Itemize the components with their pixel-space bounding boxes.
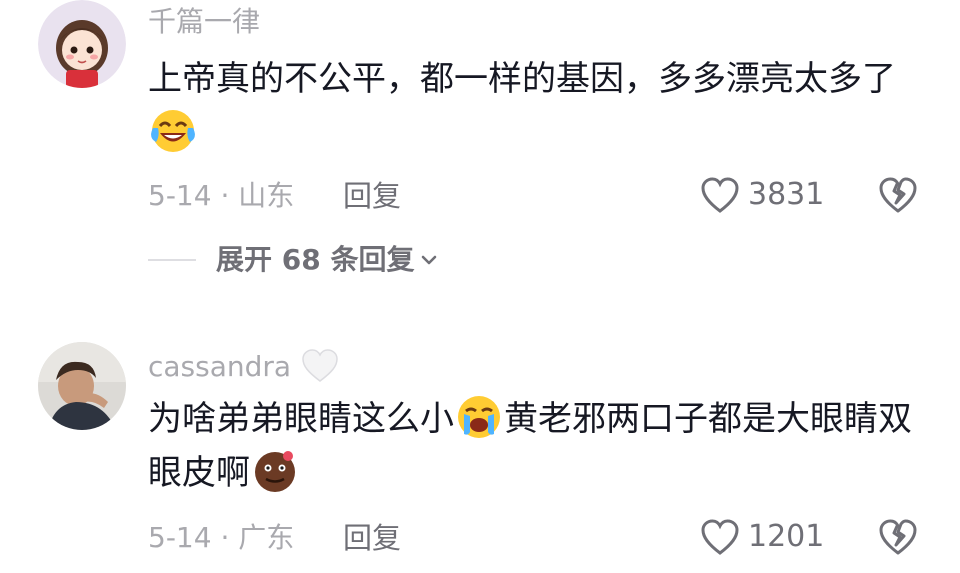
username[interactable]: 千篇一律 [148,8,260,36]
username-text: cassandra [148,350,292,383]
broken-heart-icon [879,519,917,555]
comment-date-location: 5-14 · 广东 [148,521,295,554]
reply-button[interactable]: 回复 [343,182,401,211]
like-count: 3831 [748,177,825,212]
broken-heart-icon [879,177,917,213]
comment-text-content: 上帝真的不公平，都一样的基因，多多漂亮太多了 [148,59,896,99]
reply-button[interactable]: 回复 [343,524,401,553]
heart-icon [701,177,739,213]
expand-replies-label: 展开 68 条回复 [216,243,415,276]
comment-text: 为啥弟弟眼睛这么小 黄老邪两口子都是大眼睛双眼皮啊 [148,392,918,500]
comment-text-part1: 为啥弟弟眼睛这么小 [148,399,454,439]
dislike-button[interactable] [878,176,918,218]
crying-emoji-icon [456,394,502,440]
avatar[interactable] [38,0,126,88]
photo-person-avatar-icon [38,342,126,430]
white-heart-icon [302,349,338,382]
laughing-crying-emoji-icon [150,108,196,154]
expand-replies-button[interactable]: 展开 68 条回复 [216,246,440,274]
dislike-button[interactable] [878,518,918,560]
heart-icon [701,519,739,555]
divider [148,259,196,261]
comment-date-location: 5-14 · 山东 [148,179,295,212]
comment-text: 上帝真的不公平，都一样的基因，多多漂亮太多了 [148,52,918,160]
avatar[interactable] [38,342,126,430]
chevron-down-icon [422,255,437,265]
like-count: 1201 [748,519,825,554]
username[interactable]: cassandra [148,348,340,384]
brown-face-emoji-icon [252,448,298,494]
like-button[interactable]: 1201 [700,518,824,556]
expand-replies-row: 展开 68 条回复 [148,246,440,274]
cartoon-girl-avatar-icon [38,0,126,88]
like-button[interactable]: 3831 [700,176,824,214]
